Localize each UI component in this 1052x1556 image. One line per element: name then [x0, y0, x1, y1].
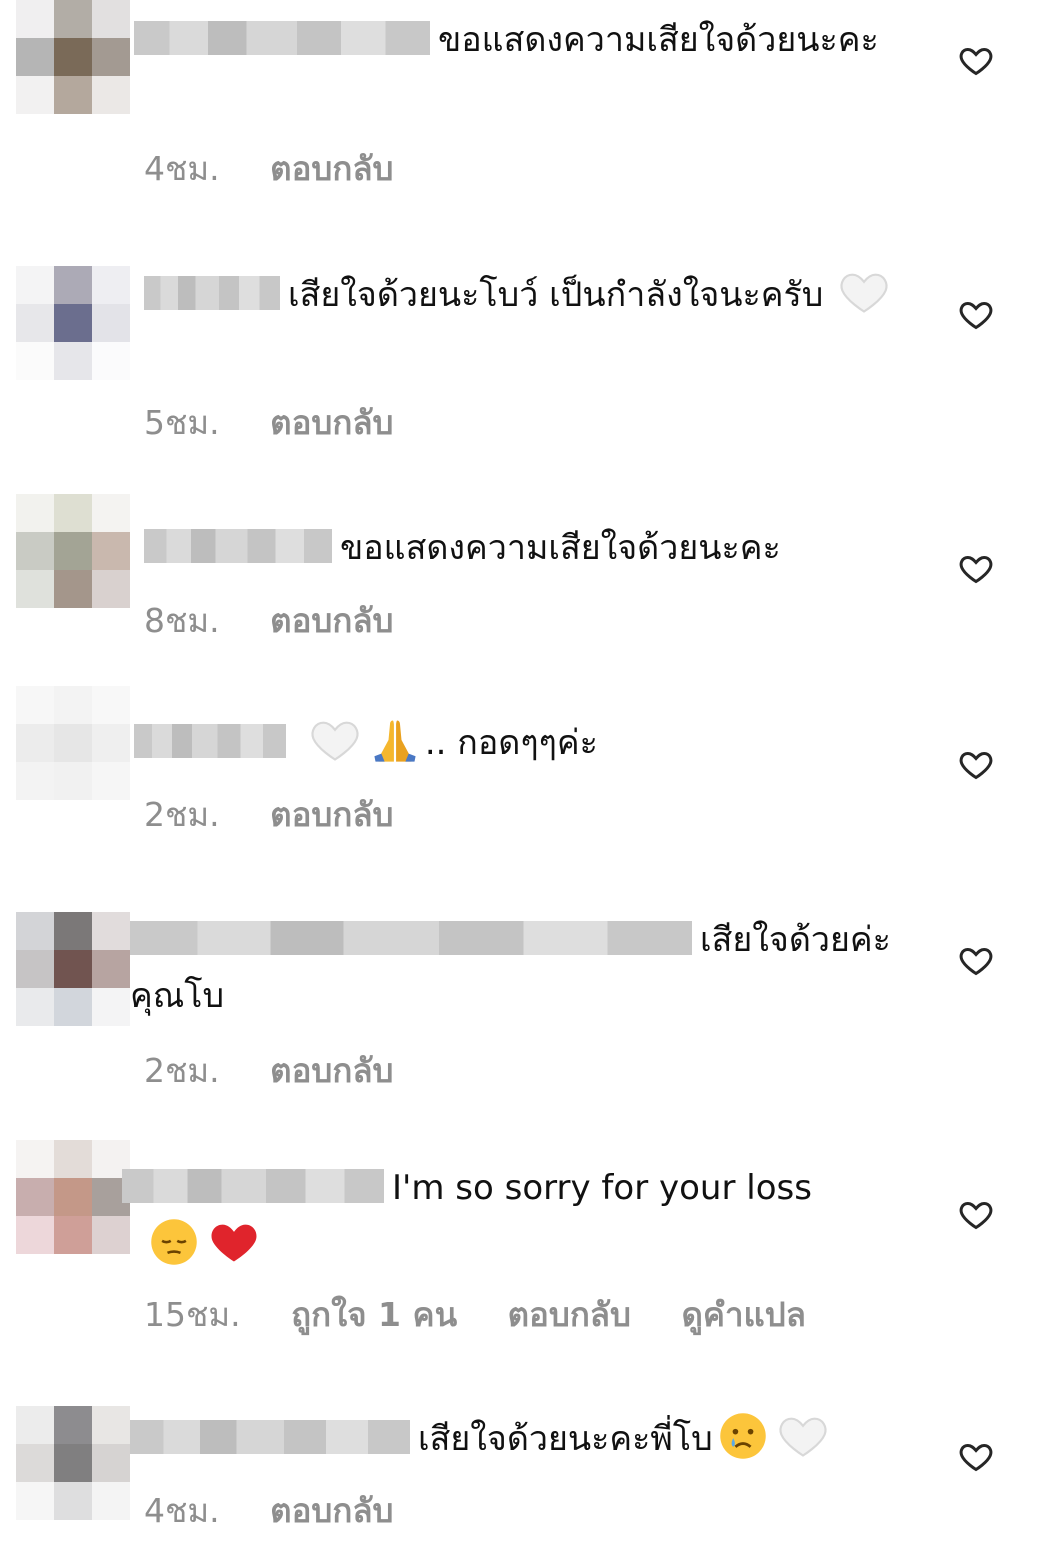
timestamp: 2ชม.: [144, 1051, 220, 1090]
comment-meta: 2ชม. ตอบกลับ: [144, 1044, 434, 1097]
avatar[interactable]: [16, 266, 130, 380]
comment-text: .. กอดๆๆค่ะ: [134, 714, 894, 771]
avatar[interactable]: [16, 1140, 130, 1254]
avatar[interactable]: [16, 912, 130, 1026]
comment-text: ขอแสดงความเสียใจด้วยนะคะ: [144, 520, 904, 576]
avatar[interactable]: [16, 494, 130, 608]
comment-body: เสียใจด้วยนะโบว์ เป็นกำลังใจนะครับ: [288, 275, 824, 315]
reply-button[interactable]: ตอบกลับ: [270, 149, 393, 188]
timestamp: 8ชม.: [144, 601, 220, 640]
timestamp: 15ชม.: [144, 1295, 241, 1334]
reply-button[interactable]: ตอบกลับ: [270, 403, 393, 442]
red-heart-icon: [211, 1224, 257, 1262]
comment-meta: 4ชม. ตอบกลับ: [144, 1484, 434, 1537]
translate-button[interactable]: ดูคำแปล: [681, 1295, 805, 1334]
comment-meta: 15ชม. ถูกใจ 1 คน ตอบกลับ ดูคำแปล: [144, 1288, 846, 1341]
heart-outline-icon[interactable]: [958, 42, 994, 78]
comment-list: ขอแสดงความเสียใจด้วยนะคะ 4ชม. ตอบกลับ เส…: [0, 0, 1052, 1556]
comment-text: ขอแสดงความเสียใจด้วยนะคะ: [134, 12, 914, 68]
reply-button[interactable]: ตอบกลับ: [270, 1491, 393, 1530]
pensive-face-icon: [151, 1219, 197, 1265]
comment-body: ขอแสดงความเสียใจด้วยนะคะ: [438, 20, 879, 60]
username[interactable]: [130, 1420, 410, 1454]
comment-text: เสียใจด้วยค่ะคุณโบ: [130, 912, 930, 1024]
white-heart-icon: [840, 273, 888, 313]
crying-face-icon: [719, 1413, 766, 1459]
comment-body: I'm so sorry for your loss: [392, 1168, 812, 1208]
avatar[interactable]: [16, 686, 130, 800]
avatar[interactable]: [16, 0, 130, 114]
heart-outline-icon[interactable]: [958, 942, 994, 978]
comment-meta: 5ชม. ตอบกลับ: [144, 396, 434, 449]
heart-outline-icon[interactable]: [958, 1196, 994, 1232]
heart-outline-icon[interactable]: [958, 550, 994, 586]
timestamp: 2ชม.: [144, 795, 220, 834]
username[interactable]: [122, 1169, 384, 1203]
comment-body: เสียใจด้วยนะคะพี่โบ: [418, 1419, 713, 1459]
timestamp: 5ชม.: [144, 403, 220, 442]
heart-outline-icon[interactable]: [958, 746, 994, 782]
username[interactable]: [130, 921, 692, 955]
comment-body: .. กอดๆๆค่ะ: [424, 723, 598, 763]
username[interactable]: [144, 276, 280, 310]
reply-button[interactable]: ตอบกลับ: [270, 1051, 393, 1090]
comment-text: เสียใจด้วยนะคะพี่โบ: [130, 1410, 930, 1467]
likes-count[interactable]: ถูกใจ 1 คน: [291, 1295, 457, 1334]
comment-meta: 2ชม. ตอบกลับ: [144, 788, 434, 841]
white-heart-icon: [779, 1417, 827, 1457]
comment-body: ขอแสดงความเสียใจด้วยนะคะ: [340, 528, 781, 568]
comment-text: เสียใจด้วยนะโบว์ เป็นกำลังใจนะครับ: [144, 266, 904, 323]
comment-text: I'm so sorry for your loss: [122, 1160, 922, 1273]
white-heart-icon: [311, 721, 359, 761]
avatar[interactable]: [16, 1406, 130, 1520]
username[interactable]: [134, 724, 286, 758]
comment-meta: 8ชม. ตอบกลับ: [144, 594, 434, 647]
reply-button[interactable]: ตอบกลับ: [270, 795, 393, 834]
heart-outline-icon[interactable]: [958, 1438, 994, 1474]
timestamp: 4ชม.: [144, 1491, 220, 1530]
comment-meta: 4ชม. ตอบกลับ: [144, 142, 434, 195]
username[interactable]: [134, 21, 430, 55]
folded-hands-icon: [374, 720, 416, 762]
reply-button[interactable]: ตอบกลับ: [270, 601, 393, 640]
reply-button[interactable]: ตอบกลับ: [508, 1295, 631, 1334]
heart-outline-icon[interactable]: [958, 296, 994, 332]
username[interactable]: [144, 529, 332, 563]
timestamp: 4ชม.: [144, 149, 220, 188]
